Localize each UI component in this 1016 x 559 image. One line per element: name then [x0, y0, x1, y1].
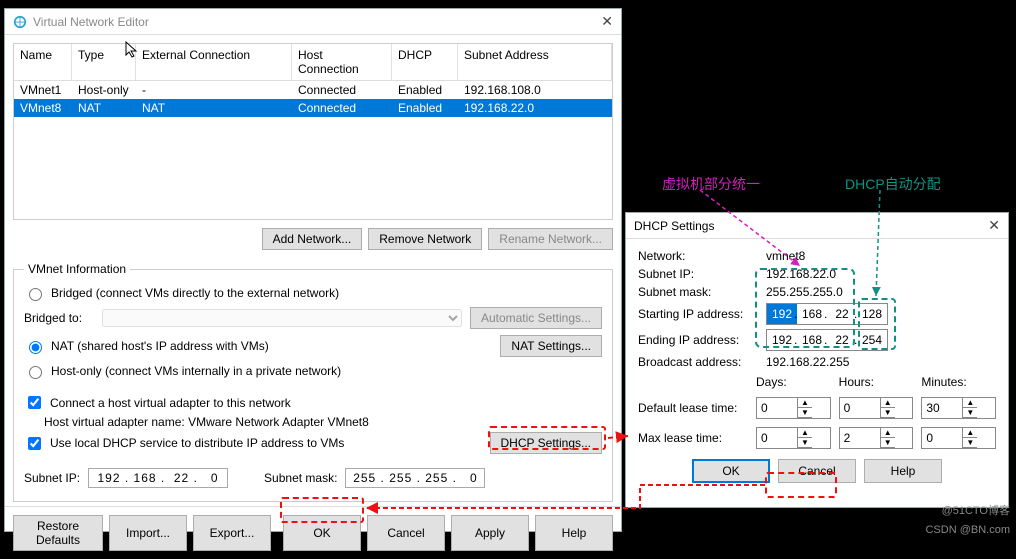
nat-radio[interactable] — [29, 341, 42, 354]
cancel-button[interactable]: Cancel — [367, 515, 445, 551]
default-lease-days[interactable]: ▲▼ — [756, 397, 831, 419]
subnet-mask-label: Subnet mask: — [264, 471, 337, 485]
spinner-down-icon[interactable]: ▼ — [963, 408, 977, 418]
table-header: Name Type External Connection Host Conne… — [14, 44, 612, 81]
spinner-down-icon[interactable]: ▼ — [881, 408, 895, 418]
col-dhcp[interactable]: DHCP — [392, 44, 458, 80]
host-only-radio[interactable] — [29, 366, 42, 379]
connect-host-adapter-checkbox[interactable] — [28, 396, 41, 409]
spinner-down-icon[interactable]: ▼ — [881, 438, 895, 448]
starting-ip-label: Starting IP address: — [638, 307, 758, 321]
subnet-ip-input[interactable] — [88, 468, 228, 488]
subnet-ip-label: Subnet IP: — [24, 471, 80, 485]
nat-label: NAT (shared host's IP address with VMs) — [51, 339, 269, 353]
use-dhcp-label: Use local DHCP service to distribute IP … — [50, 436, 344, 450]
default-lease-minutes[interactable]: ▲▼ — [921, 397, 996, 419]
bridged-to-label: Bridged to: — [24, 311, 94, 325]
annotation-box-ok — [280, 497, 364, 523]
use-dhcp-checkbox[interactable] — [28, 437, 41, 450]
automatic-settings-button: Automatic Settings... — [470, 307, 602, 329]
col-name[interactable]: Name — [14, 44, 72, 80]
col-type[interactable]: Type — [72, 44, 136, 80]
col-external[interactable]: External Connection — [136, 44, 292, 80]
annotation-teal: DHCP自动分配 — [845, 174, 941, 194]
app-icon — [13, 15, 27, 29]
dhcp-subnet-ip-label: Subnet IP: — [638, 267, 758, 281]
spinner-down-icon[interactable]: ▼ — [963, 438, 977, 448]
vmnet-info-legend: VMnet Information — [24, 262, 130, 276]
dhcp-settings-dialog: DHCP Settings ✕ Network: vmnet8 Subnet IP… — [625, 212, 1009, 508]
max-lease-minutes[interactable]: ▲▼ — [921, 427, 996, 449]
max-lease-label: Max lease time: — [638, 431, 748, 445]
max-lease-days[interactable]: ▲▼ — [756, 427, 831, 449]
annotation-pink: 虚拟机部分统一 — [662, 174, 760, 194]
import-button[interactable]: Import... — [109, 515, 187, 551]
dhcp-title: DHCP Settings — [634, 219, 714, 233]
close-icon[interactable]: ✕ — [988, 217, 1000, 234]
spinner-up-icon[interactable]: ▲ — [963, 428, 977, 438]
watermark: @51CTO博客 — [942, 502, 1010, 518]
annotation-box-teal-ip — [755, 268, 855, 348]
host-only-label: Host-only (connect VMs internally in a p… — [51, 364, 341, 378]
spinner-up-icon[interactable]: ▲ — [881, 428, 895, 438]
table-row[interactable]: VMnet8 NAT NAT Connected Enabled 192.168… — [14, 99, 612, 117]
dhcp-help-button[interactable]: Help — [864, 459, 942, 483]
bridged-label: Bridged (connect VMs directly to the ext… — [51, 286, 339, 300]
broadcast-value: 192.168.22.255 — [766, 355, 849, 369]
spinner-up-icon[interactable]: ▲ — [798, 398, 812, 408]
days-label: Days: — [756, 375, 831, 389]
virtual-network-editor-window: Virtual Network Editor ✕ Name Type Exter… — [4, 8, 622, 532]
connect-host-label: Connect a host virtual adapter to this n… — [50, 396, 291, 410]
minutes-label: Minutes: — [921, 375, 996, 389]
close-icon[interactable]: ✕ — [601, 13, 613, 30]
col-host[interactable]: Host Connection — [292, 44, 392, 80]
spinner-up-icon[interactable]: ▲ — [881, 398, 895, 408]
annotation-box-dhcp-ok — [765, 472, 837, 498]
restore-defaults-button[interactable]: Restore Defaults — [13, 515, 103, 551]
watermark: CSDN @BN.com — [925, 524, 1010, 536]
spinner-down-icon[interactable]: ▼ — [798, 408, 812, 418]
help-button[interactable]: Help — [535, 515, 613, 551]
subnet-mask-input[interactable] — [345, 468, 485, 488]
bridged-to-select — [102, 309, 462, 327]
remove-network-button[interactable]: Remove Network — [368, 228, 482, 250]
bridged-radio[interactable] — [29, 288, 42, 301]
add-network-button[interactable]: Add Network... — [262, 228, 363, 250]
nat-settings-button[interactable]: NAT Settings... — [500, 335, 602, 357]
default-lease-label: Default lease time: — [638, 401, 748, 415]
export-button[interactable]: Export... — [193, 515, 271, 551]
spinner-up-icon[interactable]: ▲ — [963, 398, 977, 408]
annotation-box-teal-range — [858, 298, 896, 350]
network-label: Network: — [638, 249, 758, 263]
vne-titlebar: Virtual Network Editor ✕ — [5, 9, 621, 35]
hours-label: Hours: — [839, 375, 914, 389]
rename-network-button: Rename Network... — [488, 228, 613, 250]
network-value: vmnet8 — [766, 249, 805, 263]
annotation-box-dhcp-btn — [488, 426, 606, 450]
spinner-down-icon[interactable]: ▼ — [798, 438, 812, 448]
default-lease-hours[interactable]: ▲▼ — [839, 397, 914, 419]
dhcp-ok-button[interactable]: OK — [692, 459, 770, 483]
spinner-up-icon[interactable]: ▲ — [798, 428, 812, 438]
broadcast-label: Broadcast address: — [638, 355, 758, 369]
dhcp-subnet-mask-label: Subnet mask: — [638, 285, 758, 299]
col-subnet[interactable]: Subnet Address — [458, 44, 612, 80]
vmnet-information-group: VMnet Information Bridged (connect VMs d… — [13, 262, 613, 502]
dhcp-titlebar: DHCP Settings ✕ — [626, 213, 1008, 239]
apply-button[interactable]: Apply — [451, 515, 529, 551]
vne-title: Virtual Network Editor — [33, 15, 149, 29]
networks-table[interactable]: Name Type External Connection Host Conne… — [13, 43, 613, 220]
ending-ip-label: Ending IP address: — [638, 333, 758, 347]
max-lease-hours[interactable]: ▲▼ — [839, 427, 914, 449]
table-row[interactable]: VMnet1 Host-only - Connected Enabled 192… — [14, 81, 612, 99]
